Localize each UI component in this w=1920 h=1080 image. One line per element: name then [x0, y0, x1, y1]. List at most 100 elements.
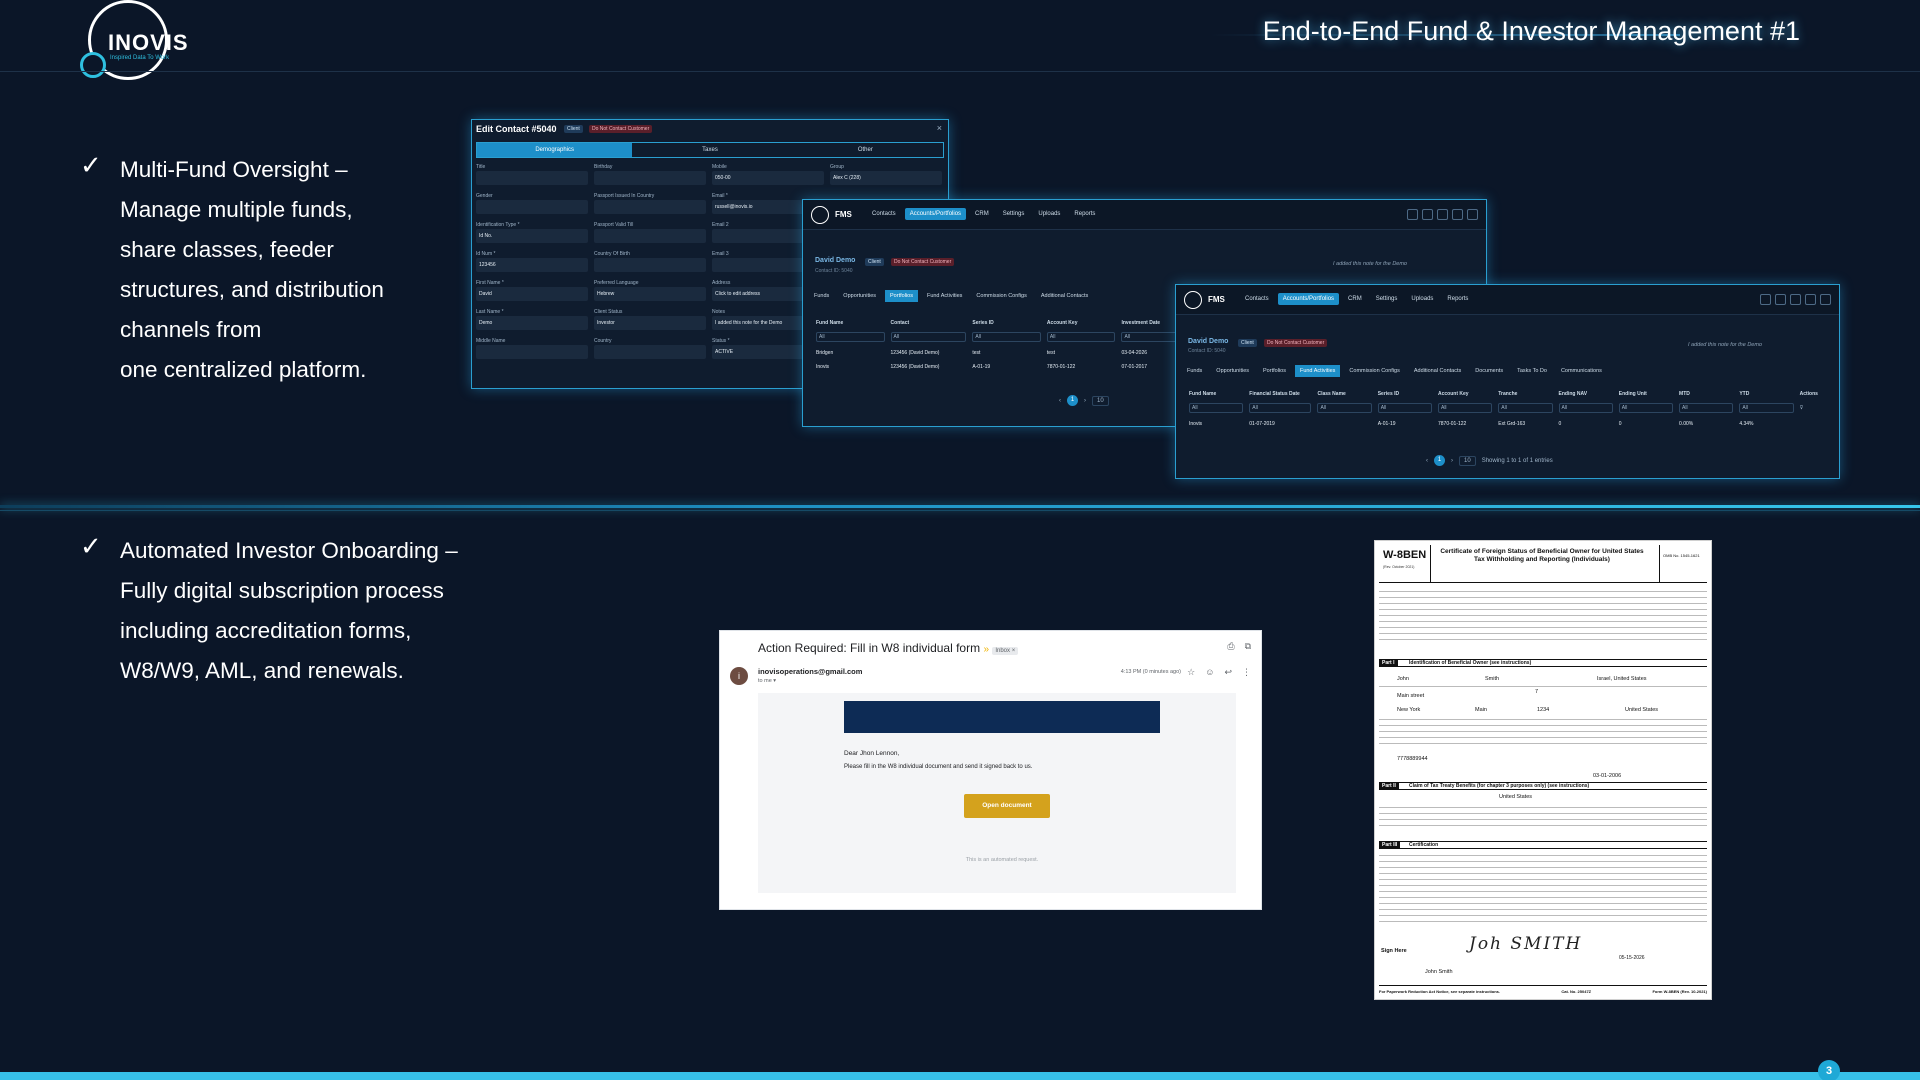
nav-settings[interactable]: Settings — [1371, 293, 1403, 305]
tab-portfolios[interactable]: Portfolios — [885, 290, 918, 302]
tab-funds[interactable]: Funds — [1182, 365, 1207, 377]
foreign-tin[interactable]: 7778889944 — [1397, 756, 1428, 762]
filter-select[interactable]: All — [816, 332, 885, 342]
group-select[interactable]: Alex C (228) — [830, 171, 942, 185]
user-icon[interactable] — [1820, 294, 1831, 305]
star-icon[interactable]: ☆ — [1187, 667, 1195, 678]
treaty-country[interactable]: United States — [1499, 794, 1532, 800]
citizenship[interactable]: Israel, United States — [1597, 676, 1647, 682]
birthday-input[interactable] — [594, 171, 706, 185]
city-2[interactable]: Main — [1475, 707, 1487, 713]
tab-documents[interactable]: Documents — [1470, 365, 1508, 377]
col-series-id[interactable]: Series ID — [1375, 389, 1435, 399]
id-num-input[interactable]: 123456 — [476, 258, 588, 272]
important-icon[interactable]: » — [983, 644, 989, 655]
bell-icon[interactable] — [1452, 209, 1463, 220]
close-icon[interactable]: × — [937, 123, 942, 133]
name-last[interactable]: Smith — [1485, 676, 1499, 682]
col-ytd[interactable]: YTD — [1736, 389, 1796, 399]
tab-fund-activities[interactable]: Fund Activities — [922, 290, 967, 302]
col-fund-name[interactable]: Fund Name — [1186, 389, 1246, 399]
settings-icon[interactable] — [1437, 209, 1448, 220]
client-status-select[interactable]: Investor — [594, 316, 706, 330]
title-input[interactable] — [476, 171, 588, 185]
middle-name-input[interactable] — [476, 345, 588, 359]
open-new-window-icon[interactable]: ⧉ — [1245, 641, 1251, 652]
nav-crm[interactable]: CRM — [970, 208, 994, 220]
nav-contacts[interactable]: Contacts — [867, 208, 901, 220]
col-fund-name[interactable]: Fund Name — [813, 318, 888, 328]
country[interactable]: United States — [1625, 707, 1658, 713]
nav-accounts-portfolios[interactable]: Accounts/Portfolios — [904, 208, 967, 220]
filter-select[interactable]: All — [1317, 403, 1372, 413]
flag-icon[interactable] — [1407, 209, 1418, 220]
passport-valid-input[interactable] — [594, 229, 706, 243]
sign-date[interactable]: 05-15-2026 — [1619, 955, 1645, 961]
table-row[interactable]: Bridgen 123456 (David Demo) test test 03… — [813, 346, 1193, 360]
signed-name[interactable]: John Smith — [1425, 969, 1453, 975]
more-icon[interactable]: ⋮ — [1242, 667, 1251, 678]
next-page-icon[interactable]: › — [1084, 398, 1086, 404]
first-name-input[interactable]: David — [476, 287, 588, 301]
recipient-dropdown[interactable]: to me ▾ — [758, 678, 776, 684]
language-select[interactable]: Hebrew — [594, 287, 706, 301]
zip[interactable]: 1234 — [1537, 707, 1549, 713]
col-mtd[interactable]: MTD — [1676, 389, 1736, 399]
tab-portfolios[interactable]: Portfolios — [1258, 365, 1291, 377]
col-financial-status-date[interactable]: Financial Status Date — [1246, 389, 1314, 399]
page-size-select[interactable]: 10 — [1092, 395, 1109, 406]
filter-select[interactable]: All — [1558, 403, 1613, 413]
tab-tasks-to-do[interactable]: Tasks To Do — [1512, 365, 1552, 377]
country-of-birth-select[interactable] — [594, 258, 706, 272]
page-current[interactable]: 1 — [1067, 395, 1078, 406]
col-class-name[interactable]: Class Name — [1314, 389, 1374, 399]
calendar-icon[interactable] — [1422, 209, 1433, 220]
date-of-birth[interactable]: 03-01-2006 — [1593, 773, 1621, 779]
name-first[interactable]: John — [1397, 676, 1409, 682]
nav-uploads[interactable]: Uploads — [1406, 293, 1438, 305]
nav-reports[interactable]: Reports — [1442, 293, 1473, 305]
table-row[interactable]: Inovis 01-07-2019 A-01-19 7870-01-122 Ex… — [1186, 417, 1826, 431]
bell-icon[interactable] — [1805, 294, 1816, 305]
tab-additional-contacts[interactable]: Additional Contacts — [1409, 365, 1466, 377]
emoji-icon[interactable]: ☺ — [1205, 667, 1214, 678]
filter-select[interactable]: All — [1498, 403, 1553, 413]
filter-icon[interactable]: ⊽ — [1800, 405, 1804, 411]
filter-select[interactable]: All — [1679, 403, 1734, 413]
filter-select[interactable]: All — [1377, 403, 1432, 413]
tab-commission-configs[interactable]: Commission Configs — [1344, 365, 1404, 377]
city[interactable]: New York — [1397, 707, 1420, 713]
nav-reports[interactable]: Reports — [1069, 208, 1100, 220]
tab-funds[interactable]: Funds — [809, 290, 834, 302]
tab-taxes[interactable]: Taxes — [632, 143, 787, 157]
col-ending-nav[interactable]: Ending NAV — [1556, 389, 1616, 399]
nav-accounts-portfolios[interactable]: Accounts/Portfolios — [1277, 293, 1340, 305]
next-page-icon[interactable]: › — [1451, 458, 1453, 464]
col-ending-unit[interactable]: Ending Unit — [1616, 389, 1676, 399]
filter-select[interactable]: All — [1249, 403, 1312, 413]
id-type-select[interactable]: Id No. — [476, 229, 588, 243]
nav-settings[interactable]: Settings — [998, 208, 1030, 220]
user-icon[interactable] — [1467, 209, 1478, 220]
filter-select[interactable]: All — [972, 332, 1041, 342]
prev-page-icon[interactable]: ‹ — [1059, 398, 1061, 404]
tab-demographics[interactable]: Demographics — [477, 143, 633, 157]
inbox-label[interactable]: Inbox × — [992, 647, 1019, 655]
tab-opportunities[interactable]: Opportunities — [1211, 365, 1254, 377]
open-document-button[interactable]: Open document — [964, 794, 1050, 818]
sender-email[interactable]: inovisoperations@gmail.com — [758, 667, 862, 676]
passport-country-input[interactable] — [594, 200, 706, 214]
filter-select[interactable]: All — [890, 332, 967, 342]
col-account-key[interactable]: Account Key — [1435, 389, 1495, 399]
flag-icon[interactable] — [1760, 294, 1771, 305]
tab-additional-contacts[interactable]: Additional Contacts — [1036, 290, 1093, 302]
last-name-input[interactable]: Demo — [476, 316, 588, 330]
filter-select[interactable]: All — [1046, 332, 1116, 342]
col-contact[interactable]: Contact — [888, 318, 970, 328]
col-tranche[interactable]: Tranche — [1495, 389, 1555, 399]
nav-crm[interactable]: CRM — [1343, 293, 1367, 305]
filter-select[interactable]: All — [1618, 403, 1674, 413]
tab-commission-configs[interactable]: Commission Configs — [971, 290, 1031, 302]
col-account-key[interactable]: Account Key — [1044, 318, 1119, 328]
filter-select[interactable]: All — [1739, 403, 1794, 413]
